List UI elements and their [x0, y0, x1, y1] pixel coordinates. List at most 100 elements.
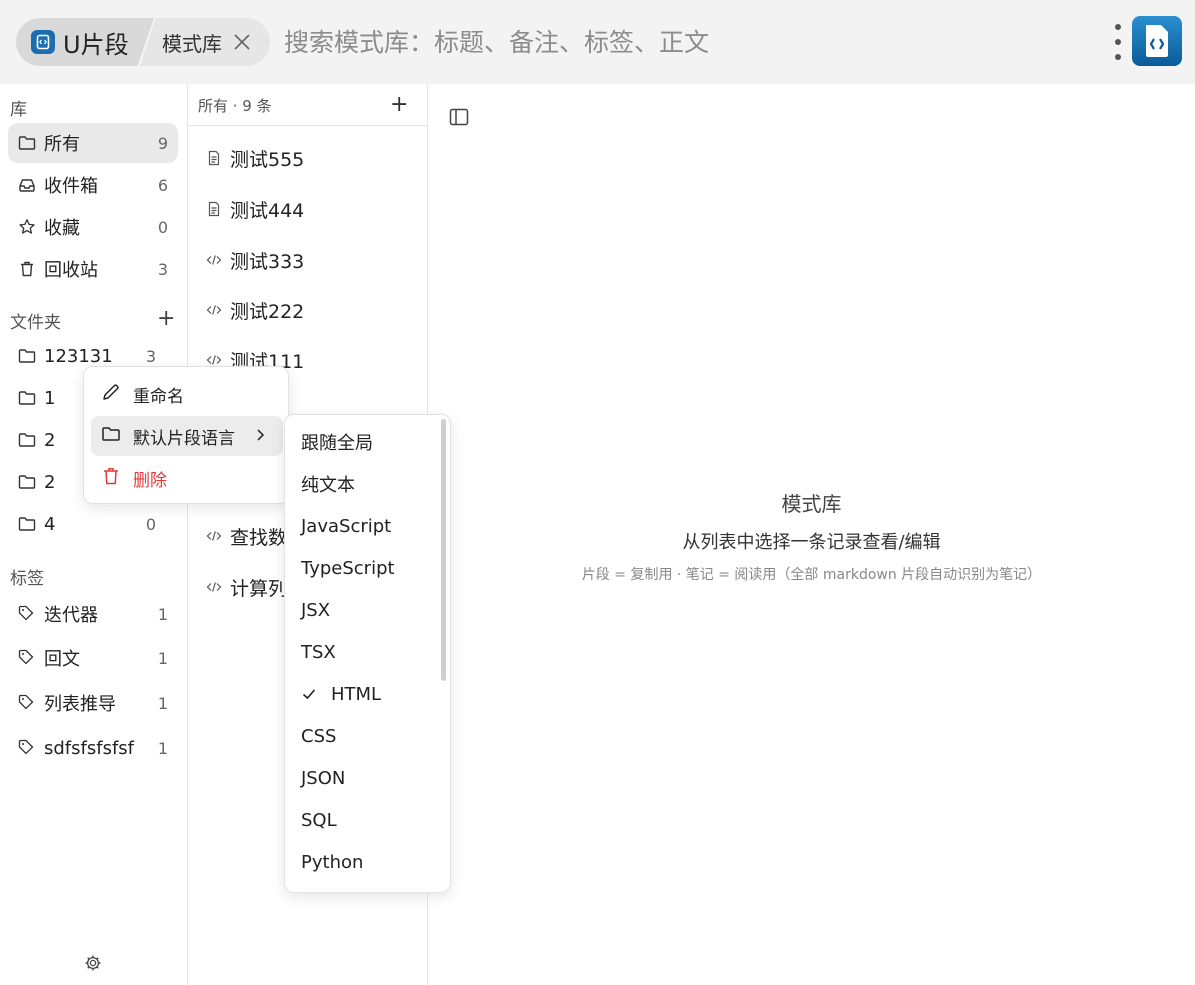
language-option[interactable]: JavaScript — [301, 511, 391, 541]
list-item-title: 测试333 — [230, 250, 305, 273]
folder-icon — [18, 134, 36, 152]
language-option[interactable]: TSX — [301, 637, 336, 667]
language-option[interactable]: Python — [301, 847, 363, 877]
sidebar-item-inbox[interactable]: 收件箱 6 — [8, 165, 178, 205]
list-item[interactable]: 测试222 — [206, 295, 304, 325]
option-label: HTML — [331, 683, 382, 705]
folder-icon — [18, 347, 36, 365]
rename-menu-item[interactable]: 重命名 — [91, 374, 283, 414]
list-item-title: 计算列 — [230, 577, 288, 600]
check-icon — [301, 686, 323, 702]
folder-label: 2 — [44, 429, 56, 451]
menu-item-label: 删除 — [133, 470, 167, 491]
option-label: JSON — [301, 767, 346, 789]
sidebar-item-trash[interactable]: 回收站 3 — [8, 249, 178, 289]
library-crumb[interactable]: 模式库 — [140, 18, 270, 66]
library-name: 模式库 — [162, 31, 222, 56]
app-name: U片段 — [63, 30, 129, 59]
more-vertical-icon[interactable] — [1108, 24, 1128, 60]
language-option-selected[interactable]: HTML — [301, 679, 381, 709]
sidebar-item-count: 3 — [157, 259, 168, 279]
delete-menu-item[interactable]: 删除 — [91, 458, 283, 498]
empty-state-hint: 片段 = 复制用 · 笔记 = 阅读用（全部 markdown 片段自动识别为笔… — [581, 567, 1042, 583]
sidebar-item-label: 收件箱 — [44, 176, 98, 197]
folder-context-menu: 重命名 默认片段语言 删除 — [83, 366, 289, 504]
pencil-icon — [101, 382, 121, 406]
language-option[interactable]: JSX — [301, 595, 330, 625]
list-item-title: 测试444 — [230, 199, 305, 222]
sidebar-folder-item[interactable]: 4 0 — [8, 504, 178, 544]
sidebar-tag-item[interactable]: 列表推导 1 — [8, 683, 178, 723]
option-label: Python — [301, 851, 364, 873]
tag-label: 迭代器 — [44, 605, 98, 626]
default-language-menu-item[interactable]: 默认片段语言 — [91, 416, 283, 456]
menu-item-label: 默认片段语言 — [133, 428, 235, 449]
list-item-title: 测试222 — [230, 300, 305, 323]
tag-label: sdfsfsfsfsf — [44, 737, 134, 759]
tag-count: 1 — [157, 604, 168, 624]
sidebar-tag-item[interactable]: 迭代器 1 — [8, 594, 178, 634]
list-item-title: 测试555 — [230, 148, 305, 171]
option-label: JavaScript — [301, 515, 392, 537]
language-option[interactable]: 纯文本 — [301, 469, 355, 499]
option-label: JSX — [301, 599, 331, 621]
add-folder-button[interactable]: + — [157, 308, 175, 330]
folders-section-title: 文件夹 — [10, 313, 61, 333]
option-label: SQL — [301, 809, 337, 831]
sidebar-item-favorites[interactable]: 收藏 0 — [8, 207, 178, 247]
language-option[interactable]: JSON — [301, 763, 345, 793]
chevron-right-icon — [255, 427, 267, 446]
tag-icon — [18, 739, 36, 757]
folder-label: 1 — [44, 387, 56, 409]
folder-label: 2 — [44, 471, 56, 493]
list-item[interactable]: 测试555 — [206, 143, 304, 173]
sidebar-item-label: 所有 — [44, 134, 80, 155]
trash-icon — [101, 466, 121, 490]
language-option[interactable]: CSS — [301, 721, 336, 751]
option-label: TSX — [301, 641, 336, 663]
star-icon — [18, 218, 36, 236]
tag-icon — [18, 694, 36, 712]
language-submenu: 跟随全局 纯文本 JavaScript TypeScript JSX TSX H… — [284, 414, 451, 893]
folder-count: 0 — [145, 514, 156, 534]
add-entry-button[interactable]: + — [390, 92, 408, 117]
sidebar-tag-item[interactable]: 回文 1 — [8, 638, 178, 678]
tags-section-title: 标签 — [10, 569, 44, 589]
sidebar-toggle-icon[interactable] — [448, 106, 470, 132]
sidebar-item-label: 收藏 — [44, 218, 80, 239]
language-option[interactable]: TypeScript — [301, 553, 395, 583]
folder-label: 123131 — [44, 345, 113, 367]
submenu-scrollbar[interactable] — [441, 419, 446, 681]
app-badge-icon[interactable] — [1132, 16, 1182, 66]
tag-icon — [18, 605, 36, 623]
search-input[interactable] — [284, 22, 1064, 62]
sidebar-item-label: 回收站 — [44, 260, 98, 281]
tag-label: 回文 — [44, 649, 80, 670]
list-item[interactable]: 查找数 — [206, 521, 287, 551]
sidebar-item-count: 6 — [157, 175, 168, 195]
top-bar: U片段 模式库 — [0, 0, 1195, 84]
sidebar-tag-item[interactable]: sdfsfsfsfsf 1 — [8, 728, 178, 768]
list-count-title: 所有 · 9 条 — [198, 97, 272, 115]
list-item[interactable]: 测试444 — [206, 194, 304, 224]
option-label: CSS — [301, 725, 337, 747]
sidebar-item-all[interactable]: 所有 9 — [8, 123, 178, 163]
app-logo-icon — [31, 30, 55, 54]
sidebar: 库 所有 9 收件箱 6 收藏 0 回收站 3 文件夹 + 123131 3 1… — [0, 84, 188, 985]
menu-item-label: 重命名 — [133, 386, 184, 407]
folder-icon — [18, 473, 36, 491]
language-option[interactable]: SQL — [301, 805, 337, 835]
tag-icon — [18, 649, 36, 667]
list-item[interactable]: 计算列 — [206, 572, 287, 602]
trash-icon — [18, 260, 36, 278]
folder-icon — [18, 515, 36, 533]
settings-gear-icon[interactable] — [84, 954, 102, 976]
list-item[interactable]: 测试333 — [206, 245, 304, 275]
app-crumb[interactable]: U片段 — [16, 18, 154, 66]
code-icon — [206, 579, 222, 595]
code-icon — [206, 252, 222, 268]
sidebar-item-count: 9 — [157, 133, 168, 153]
tag-label: 列表推导 — [44, 694, 116, 715]
language-option[interactable]: 跟随全局 — [301, 427, 373, 457]
close-icon[interactable] — [232, 32, 252, 52]
